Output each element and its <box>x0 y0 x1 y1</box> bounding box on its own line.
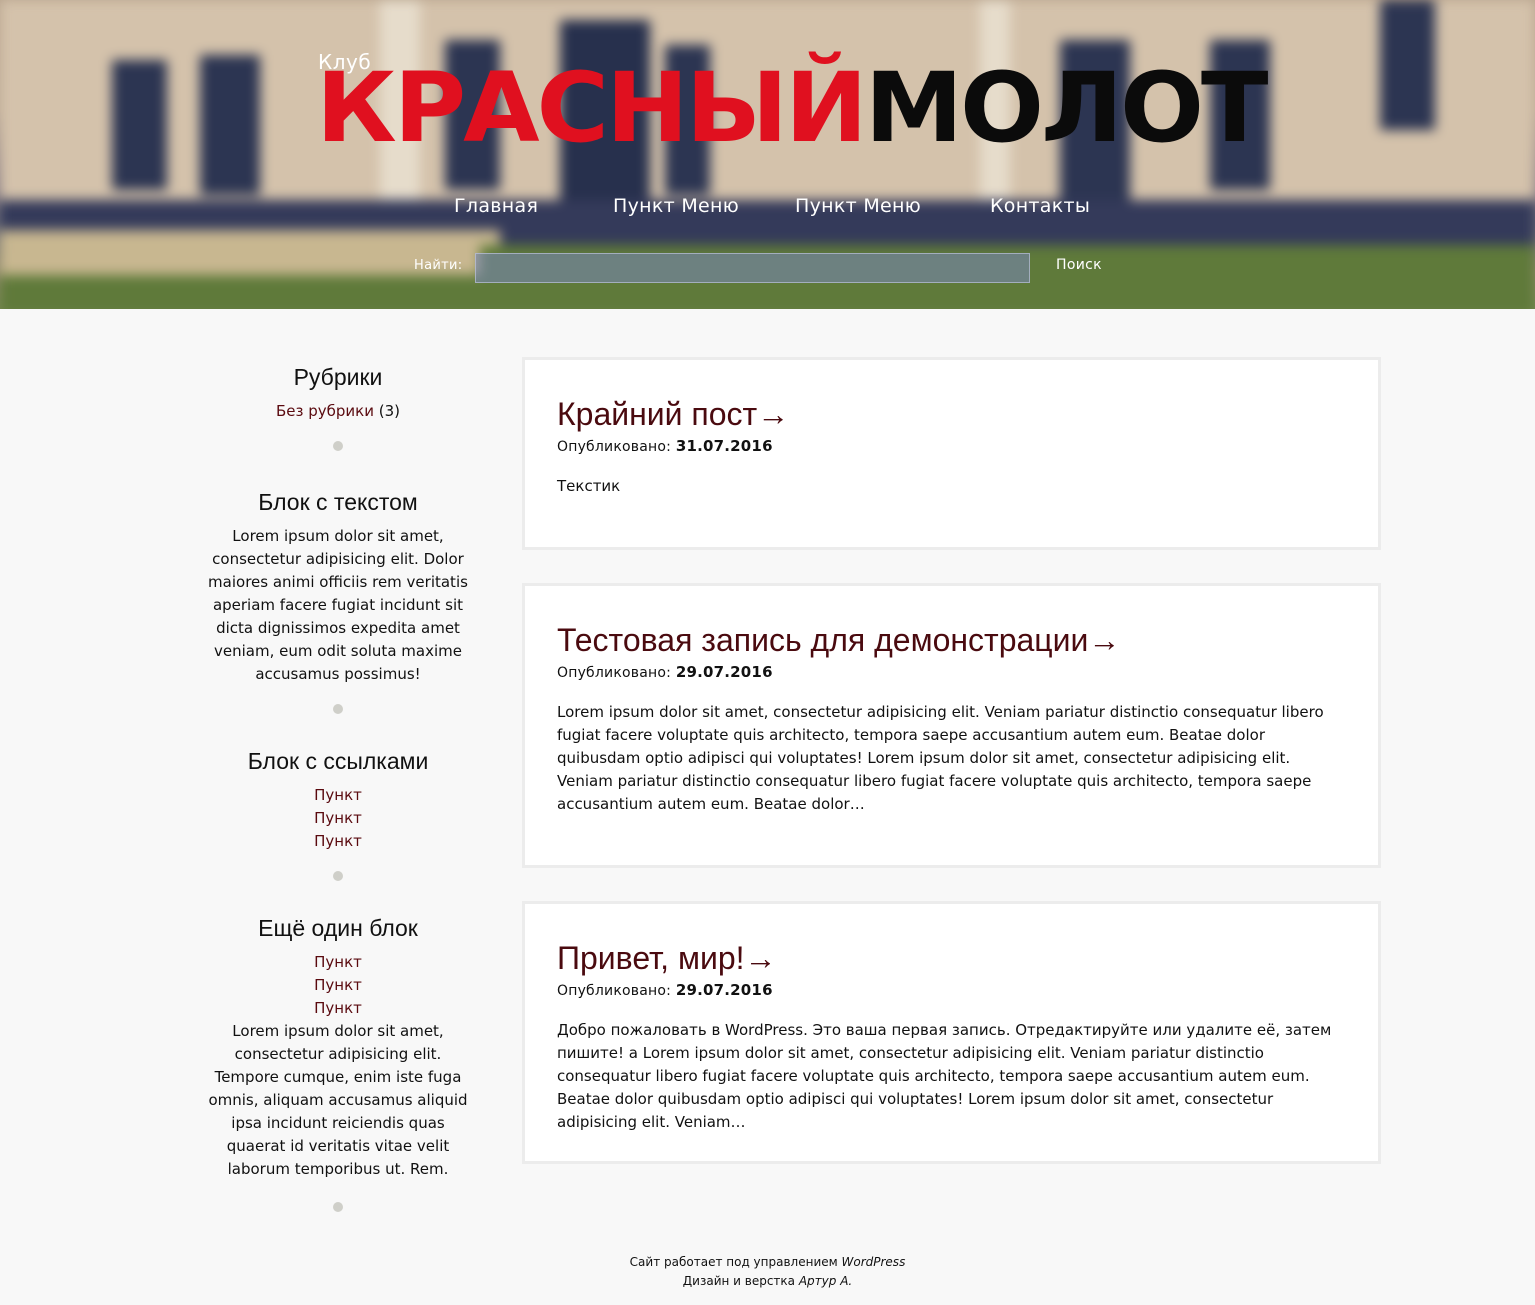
footer-credits-text: Дизайн и верстка <box>682 1274 799 1288</box>
separator-dot <box>333 441 343 451</box>
post-title-link[interactable]: Привет, мир!→ <box>557 938 777 978</box>
post-meta-label: Опубликовано: <box>557 665 672 681</box>
category-label: Без рубрики <box>275 402 374 420</box>
separator-dot <box>333 1202 343 1212</box>
search-label: Найти: <box>414 258 463 273</box>
links-block-item[interactable]: Пункт <box>198 784 478 807</box>
post-meta: Опубликовано: 29.07.2016 <box>557 980 1346 1001</box>
widget-text-content: Lorem ipsum dolor sit amet, consectetur … <box>208 527 468 683</box>
another-block-text: Lorem ipsum dolor sit amet, consectetur … <box>208 1022 468 1178</box>
separator-dot <box>333 704 343 714</box>
footer-powered-by: Сайт работает под управлением WordPress <box>0 1253 1535 1272</box>
nav-item-menu-2[interactable]: Пункт Меню <box>795 195 921 217</box>
footer-wordpress-link[interactable]: WordPress <box>842 1255 906 1269</box>
footer-powered-text: Сайт работает под управлением <box>629 1255 842 1269</box>
footer-author: Артур А. <box>798 1274 853 1288</box>
another-block-item[interactable]: Пункт <box>198 974 478 997</box>
post-meta-label: Опубликовано: <box>557 439 672 455</box>
another-block-item[interactable]: Пункт <box>198 997 478 1020</box>
nav-item-menu-1[interactable]: Пункт Меню <box>613 195 739 217</box>
post-excerpt: Добро пожаловать в WordPress. Это ваша п… <box>557 1021 1332 1131</box>
post-card: Тестовая запись для демонстрации→ Опубли… <box>522 583 1381 868</box>
search-input[interactable] <box>475 253 1030 283</box>
post-title-link[interactable]: Крайний пост→ <box>557 394 789 434</box>
post-excerpt: Lorem ipsum dolor sit amet, consectetur … <box>557 703 1324 813</box>
site-footer: Сайт работает под управлением WordPress … <box>0 1253 1535 1291</box>
post-date: 29.07.2016 <box>675 981 773 999</box>
post-date: 29.07.2016 <box>675 663 773 681</box>
post-card: Крайний пост→ Опубликовано: 31.07.2016 Т… <box>522 357 1381 550</box>
post-date: 31.07.2016 <box>675 437 773 455</box>
footer-credits: Дизайн и верстка Артур А. <box>0 1272 1535 1291</box>
separator-dot <box>333 871 343 881</box>
main-navigation: Главная Пункт Меню Пункт Меню Контакты <box>0 195 1535 221</box>
widget-links-block: Блок с ссылками Пункт Пункт Пункт <box>198 746 478 853</box>
logo-word-red: КРАСНЫЙ <box>316 52 868 164</box>
widget-title-links-block: Блок с ссылками <box>247 748 429 774</box>
post-meta: Опубликовано: 29.07.2016 <box>557 662 1346 683</box>
search-button[interactable]: Поиск <box>1056 257 1102 273</box>
site-header: Клуб КРАСНЫЙМОЛОТ Главная Пункт Меню Пун… <box>0 0 1535 309</box>
post-card: Привет, мир!→ Опубликовано: 29.07.2016 Д… <box>522 901 1381 1164</box>
post-meta: Опубликовано: 31.07.2016 <box>557 436 1346 457</box>
widget-categories: Рубрики Без рубрики (3) <box>198 362 478 423</box>
widget-title-categories: Рубрики <box>293 364 383 390</box>
sidebar: Рубрики Без рубрики (3) Блок с текстом L… <box>198 362 478 1212</box>
post-meta-label: Опубликовано: <box>557 983 672 999</box>
widget-another-block: Ещё один блок Пункт Пункт Пункт Lorem ip… <box>198 913 478 1181</box>
nav-item-home[interactable]: Главная <box>454 195 538 217</box>
site-logo[interactable]: КРАСНЫЙМОЛОТ <box>316 58 1268 158</box>
category-count: (3) <box>378 402 401 420</box>
logo-word-black: МОЛОТ <box>864 52 1269 164</box>
another-block-item[interactable]: Пункт <box>198 951 478 974</box>
widget-text-block: Блок с текстом Lorem ipsum dolor sit ame… <box>198 487 478 686</box>
post-excerpt: Текстик <box>557 477 621 495</box>
links-block-item[interactable]: Пункт <box>198 807 478 830</box>
links-block-item[interactable]: Пункт <box>198 830 478 853</box>
widget-title-another-block: Ещё один блок <box>258 915 418 941</box>
category-link-uncategorized[interactable]: Без рубрики (3) <box>198 400 478 423</box>
nav-item-contacts[interactable]: Контакты <box>990 195 1090 217</box>
post-title-link[interactable]: Тестовая запись для демонстрации→ <box>557 620 1120 660</box>
widget-title-text-block: Блок с текстом <box>258 489 418 515</box>
